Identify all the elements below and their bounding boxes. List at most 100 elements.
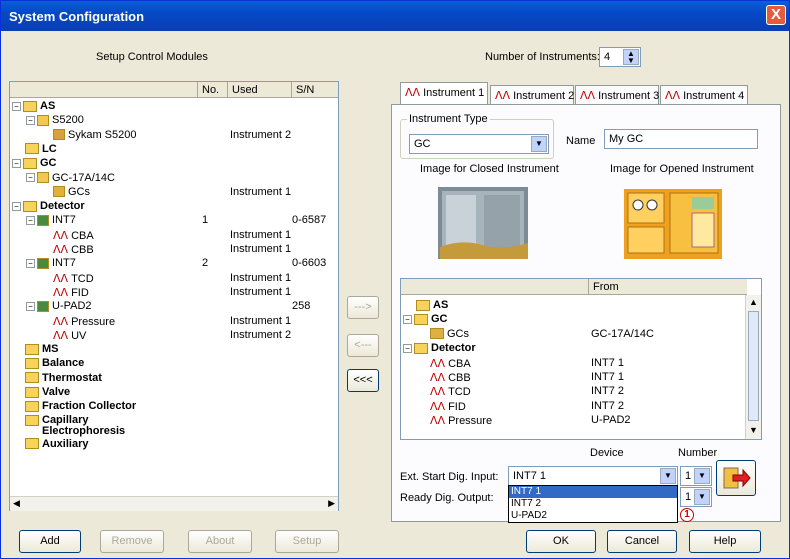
list-from: INT7 2 xyxy=(591,399,625,412)
tree-row[interactable]: − U-PAD2 258 xyxy=(12,300,338,313)
tree-row[interactable]: − Detector xyxy=(12,200,338,213)
tree-row[interactable]: Fraction Collector xyxy=(12,400,338,413)
remove-from-instrument-button[interactable]: <--- xyxy=(347,334,379,357)
chevron-down-icon[interactable]: ▼ xyxy=(694,468,710,484)
tree-row[interactable]: − INT7 2 0-6603 xyxy=(12,257,338,270)
list-item[interactable]: ᐱᐱ FID INT7 2 xyxy=(403,400,743,413)
tree-row[interactable]: − GC-17A/14C xyxy=(12,172,338,185)
device-dropdown-list[interactable]: INT7 1 INT7 2 U-PAD2 xyxy=(508,485,678,523)
scroll-right-icon[interactable]: ▶ xyxy=(328,498,335,509)
ready-number-value: 1 xyxy=(685,491,692,503)
remove-button[interactable]: Remove xyxy=(100,530,164,553)
tree-label: GC-17A/14C xyxy=(52,171,115,184)
tree-row[interactable]: − INT7 1 0-6587 xyxy=(12,214,338,227)
folder-icon xyxy=(25,357,39,369)
cancel-button[interactable]: Cancel xyxy=(607,530,677,553)
tree-row[interactable]: MS xyxy=(12,343,338,356)
add-to-instrument-button[interactable]: ---> xyxy=(347,296,379,319)
tree-row[interactable]: ᐱᐱ CBA Instrument 1 xyxy=(12,229,338,242)
instrument-type-select[interactable]: GC ▼ xyxy=(409,134,549,154)
tree-row[interactable]: Capillary Electrophoresis xyxy=(12,414,338,439)
tree-row[interactable]: Thermostat xyxy=(12,372,338,385)
tree-row[interactable]: Valve xyxy=(12,386,338,399)
tree-row[interactable]: − S5200 xyxy=(12,114,338,127)
list-item[interactable]: ᐱᐱ CBB INT7 1 xyxy=(403,371,743,384)
dropdown-option[interactable]: INT7 2 xyxy=(509,498,677,510)
collapse-icon[interactable]: − xyxy=(26,258,35,268)
ok-button[interactable]: OK xyxy=(526,530,596,553)
collapse-icon[interactable]: − xyxy=(12,101,21,111)
closed-instrument-image[interactable] xyxy=(432,181,536,263)
setup-button[interactable]: Setup xyxy=(275,530,339,553)
remove-all-button[interactable]: <<< xyxy=(347,369,379,392)
num-instruments-spinner[interactable]: 4 ▲ ▼ xyxy=(599,47,641,67)
close-icon[interactable]: X xyxy=(766,5,786,25)
detector-channel-icon: ᐱᐱ xyxy=(53,244,69,256)
collapse-icon[interactable]: − xyxy=(403,343,412,353)
assign-wizard-button[interactable] xyxy=(716,460,756,496)
list-item[interactable]: − GC xyxy=(403,313,743,326)
tree-row[interactable]: − GC xyxy=(12,157,338,170)
list-item[interactable]: ᐱᐱ TCD INT7 2 xyxy=(403,385,743,398)
tree-row[interactable]: Sykam S5200 Instrument 2 xyxy=(12,129,338,142)
ready-number-select[interactable]: 1 ▼ xyxy=(680,487,712,507)
collapse-icon[interactable]: − xyxy=(26,115,35,125)
tree-row[interactable]: ᐱᐱ TCD Instrument 1 xyxy=(12,272,338,285)
about-button[interactable]: About xyxy=(188,530,252,553)
tree-row[interactable]: GCs Instrument 1 xyxy=(12,186,338,199)
ext-start-number-select[interactable]: 1 ▼ xyxy=(680,466,712,486)
list-item[interactable]: − Detector xyxy=(403,342,743,355)
list-item[interactable]: ᐱᐱ Pressure U-PAD2 xyxy=(403,414,743,427)
tree-row[interactable]: LC xyxy=(12,143,338,156)
device-header: Device xyxy=(590,447,624,459)
col-sn[interactable]: S/N xyxy=(292,82,338,98)
list-item[interactable]: AS xyxy=(403,299,743,312)
list-item[interactable]: GCs GC-17A/14C xyxy=(403,328,743,341)
tab-instrument-2[interactable]: ᐱᐱ Instrument 2 xyxy=(490,85,574,105)
help-button[interactable]: Help xyxy=(689,530,761,553)
tree-row[interactable]: ᐱᐱ FID Instrument 1 xyxy=(12,286,338,299)
dropdown-option[interactable]: INT7 1 xyxy=(509,486,677,498)
opened-instrument-image[interactable] xyxy=(618,181,728,263)
name-field[interactable]: My GC xyxy=(604,129,758,149)
collapse-icon[interactable]: − xyxy=(26,301,35,311)
ext-start-device-select[interactable]: INT7 1 ▼ xyxy=(508,466,678,486)
tree-row[interactable]: Balance xyxy=(12,357,338,370)
tree-row[interactable]: Auxiliary xyxy=(12,438,338,451)
scroll-thumb[interactable] xyxy=(748,311,759,421)
folder-icon xyxy=(416,299,430,311)
tree-label: Detector xyxy=(40,200,85,213)
spin-icon[interactable]: ▲ ▼ xyxy=(623,49,639,65)
tree-row[interactable]: ᐱᐱ UV Instrument 2 xyxy=(12,329,338,342)
collapse-icon[interactable]: − xyxy=(26,215,35,225)
scroll-left-icon[interactable]: ◀ xyxy=(13,498,20,509)
dropdown-option[interactable]: U-PAD2 xyxy=(509,510,677,522)
list-col-from[interactable]: From xyxy=(589,279,747,295)
tab-instrument-3[interactable]: ᐱᐱ Instrument 3 xyxy=(575,85,659,105)
collapse-icon[interactable]: − xyxy=(12,201,21,211)
collapse-icon[interactable]: − xyxy=(403,314,412,324)
add-button[interactable]: Add xyxy=(19,530,81,553)
tree-row[interactable]: ᐱᐱ Pressure Instrument 1 xyxy=(12,315,338,328)
scroll-down-icon[interactable]: ▼ xyxy=(749,425,758,435)
col-no[interactable]: No. xyxy=(198,82,228,98)
chevron-down-icon[interactable]: ▼ xyxy=(694,489,710,505)
collapse-icon[interactable]: − xyxy=(12,158,21,168)
horizontal-scrollbar[interactable]: ◀ ▶ xyxy=(10,496,338,511)
tab-label: Instrument 1 xyxy=(423,87,485,99)
tab-instrument-4[interactable]: ᐱᐱ Instrument 4 xyxy=(660,85,748,105)
detector-channel-icon: ᐱᐱ xyxy=(53,272,69,285)
chevron-down-icon[interactable]: ▼ xyxy=(531,136,547,152)
instrument-type-value: GC xyxy=(414,138,431,150)
col-used[interactable]: Used xyxy=(228,82,292,98)
collapse-icon[interactable]: − xyxy=(26,173,35,183)
scroll-up-icon[interactable]: ▲ xyxy=(749,297,758,307)
vertical-scrollbar[interactable]: ▲ ▼ xyxy=(745,295,761,439)
chevron-down-icon[interactable]: ▼ xyxy=(660,468,676,484)
tree-row[interactable]: − AS xyxy=(12,100,338,113)
list-item[interactable]: ᐱᐱ CBA INT7 1 xyxy=(403,357,743,370)
tree-row[interactable]: ᐱᐱ CBB Instrument 1 xyxy=(12,243,338,256)
tree-label: Pressure xyxy=(71,315,116,328)
list-label: CBB xyxy=(448,372,471,384)
tab-instrument-1[interactable]: ᐱᐱ Instrument 1 xyxy=(400,82,488,104)
